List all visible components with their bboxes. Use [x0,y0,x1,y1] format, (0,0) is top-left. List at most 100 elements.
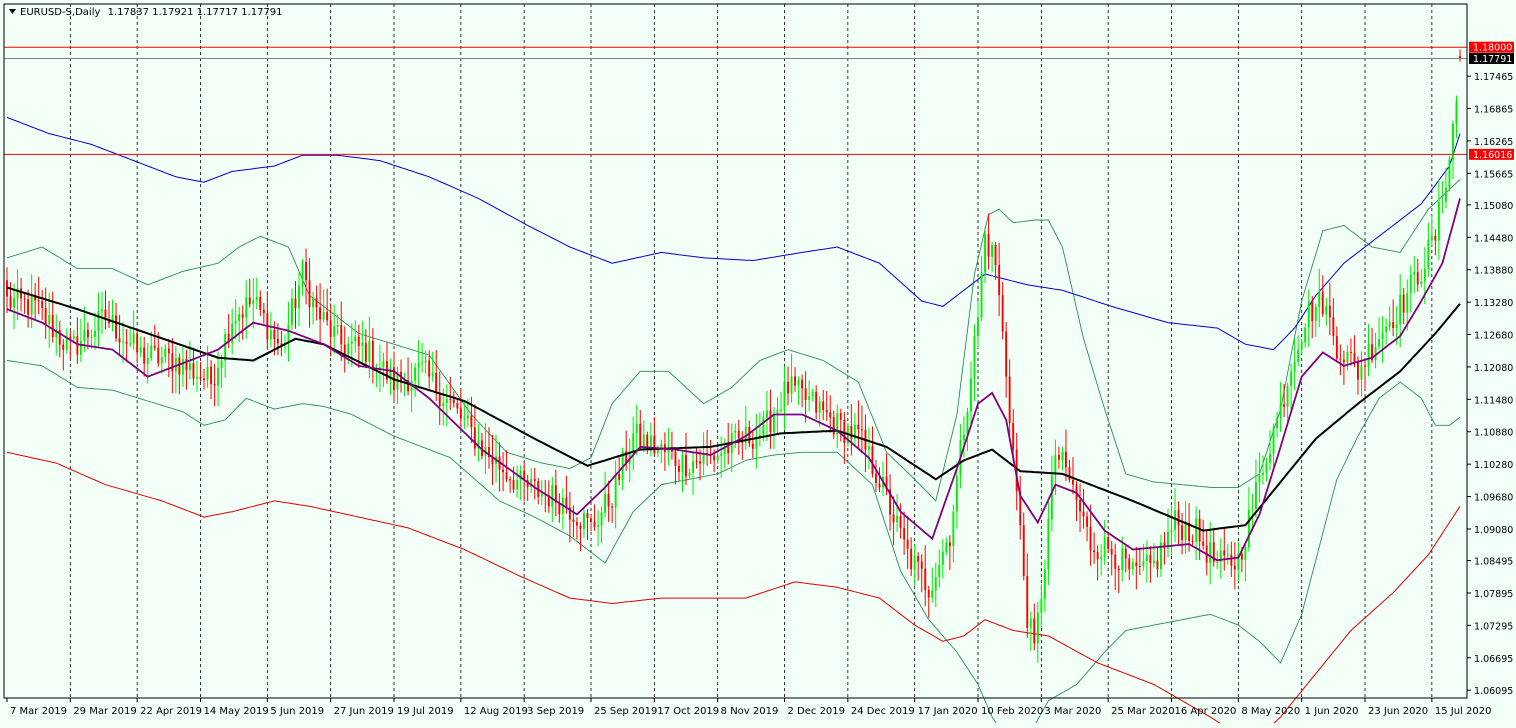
bull-candle [600,512,603,526]
bull-candle [48,315,51,325]
bear-candle [1177,510,1180,526]
bull-candle [1174,510,1176,530]
bear-candle [586,513,589,519]
bull-candle [868,446,870,450]
bull-candle [13,298,15,308]
bear-candle [259,296,262,310]
bear-candle [20,288,22,299]
y-tick-label: 1.08495 [1474,557,1513,568]
bear-candle [674,451,677,466]
bear-candle [843,419,846,443]
bull-candle [463,418,466,420]
bull-candle [1061,451,1064,460]
bear-candle [115,315,117,339]
ohlc-values: 1.17837 1.17921 1.17717 1.17791 [108,7,283,18]
bear-candle [533,479,536,482]
bear-candle [787,381,789,394]
bull-candle [350,341,353,344]
bear-candle [751,443,754,449]
bear-candle [804,388,807,400]
bear-candle [829,412,832,418]
bear-candle [1093,550,1095,553]
bear-candle [470,415,473,428]
bear-candle [987,234,990,257]
bear-candle [1434,235,1437,241]
bull-candle [966,411,969,435]
bear-candle [903,527,906,540]
bull-candle [224,333,227,361]
bull-candle [604,493,606,513]
bull-candle [635,423,638,434]
bear-candle [1068,467,1071,480]
bear-candle [579,525,582,529]
y-tick-label: 1.09080 [1474,525,1513,536]
bull-candle [941,551,944,565]
bear-candle [69,336,72,339]
bear-candle [1230,554,1233,566]
bull-candle [333,326,336,337]
bull-candle [101,309,103,312]
bear-candle [364,343,367,362]
y-tick-label: 1.15080 [1474,201,1513,212]
bull-candle [984,234,986,273]
bull-candle [790,376,793,394]
bull-candle [720,453,723,456]
bear-candle [685,455,687,477]
x-tick-label: 23 Jun 2020 [1368,706,1428,717]
x-tick-label: 3 Sep 2019 [527,706,584,717]
bear-candle [860,429,863,431]
price-level-label: 1.18000 [1473,43,1512,54]
bull-candle [1142,561,1145,567]
bull-candle [291,298,293,325]
bear-candle [1191,541,1194,542]
svg-text:EURUSD-S,Daily 1.17837 1.17921: EURUSD-S,Daily 1.17837 1.17921 1.17717 1… [20,7,283,18]
bear-candle [899,515,902,528]
bull-candle [1437,202,1440,241]
bear-candle [118,338,121,343]
bear-candle [1005,331,1008,377]
price-level-label: 1.16016 [1473,150,1512,161]
bear-candle [1353,352,1356,363]
bull-candle [632,433,635,454]
bull-candle [913,555,916,570]
bull-candle [1272,428,1275,454]
y-tick-label: 1.12080 [1474,363,1513,374]
bear-candle [1110,548,1113,555]
bear-candle [9,296,12,308]
x-tick-label: 3 Mar 2020 [1044,706,1101,717]
bear-candle [276,339,279,344]
bull-candle [1367,344,1370,367]
bear-candle [910,548,913,570]
bull-candle [540,493,543,497]
bear-candle [1022,525,1025,577]
bull-candle [1209,542,1212,563]
bull-candle [90,336,93,338]
bear-candle [1072,480,1074,485]
bear-candle [878,483,881,488]
chart-window[interactable]: 1.18000 1.16016 1.17791 1.17465 1.16865 1.16… [0,0,1516,728]
bull-candle [1269,453,1271,463]
bear-candle [678,465,680,472]
candlestick-chart[interactable]: 1.18000 1.16016 1.17791 1.17465 1.16865 1.16… [0,0,1516,728]
bear-candle [611,506,614,508]
x-tick-label: 29 Mar 2019 [73,706,136,717]
bear-candle [1342,359,1345,363]
bear-candle [308,280,311,308]
bear-candle [192,363,195,379]
bear-candle [143,347,146,364]
bull-candle [955,475,958,512]
bull-candle [298,286,300,309]
bull-candle [1184,522,1187,540]
bull-candle [773,414,775,433]
bear-candle [1402,294,1405,313]
bear-candle [319,307,321,320]
bear-candle [748,426,751,444]
bull-candle [688,472,691,477]
bear-candle [1223,550,1226,556]
bull-candle [551,485,554,507]
bull-candle [1293,361,1296,372]
bull-candle [1430,235,1433,240]
bear-candle [699,461,701,464]
bear-candle [315,298,318,308]
bear-candle [769,410,772,433]
